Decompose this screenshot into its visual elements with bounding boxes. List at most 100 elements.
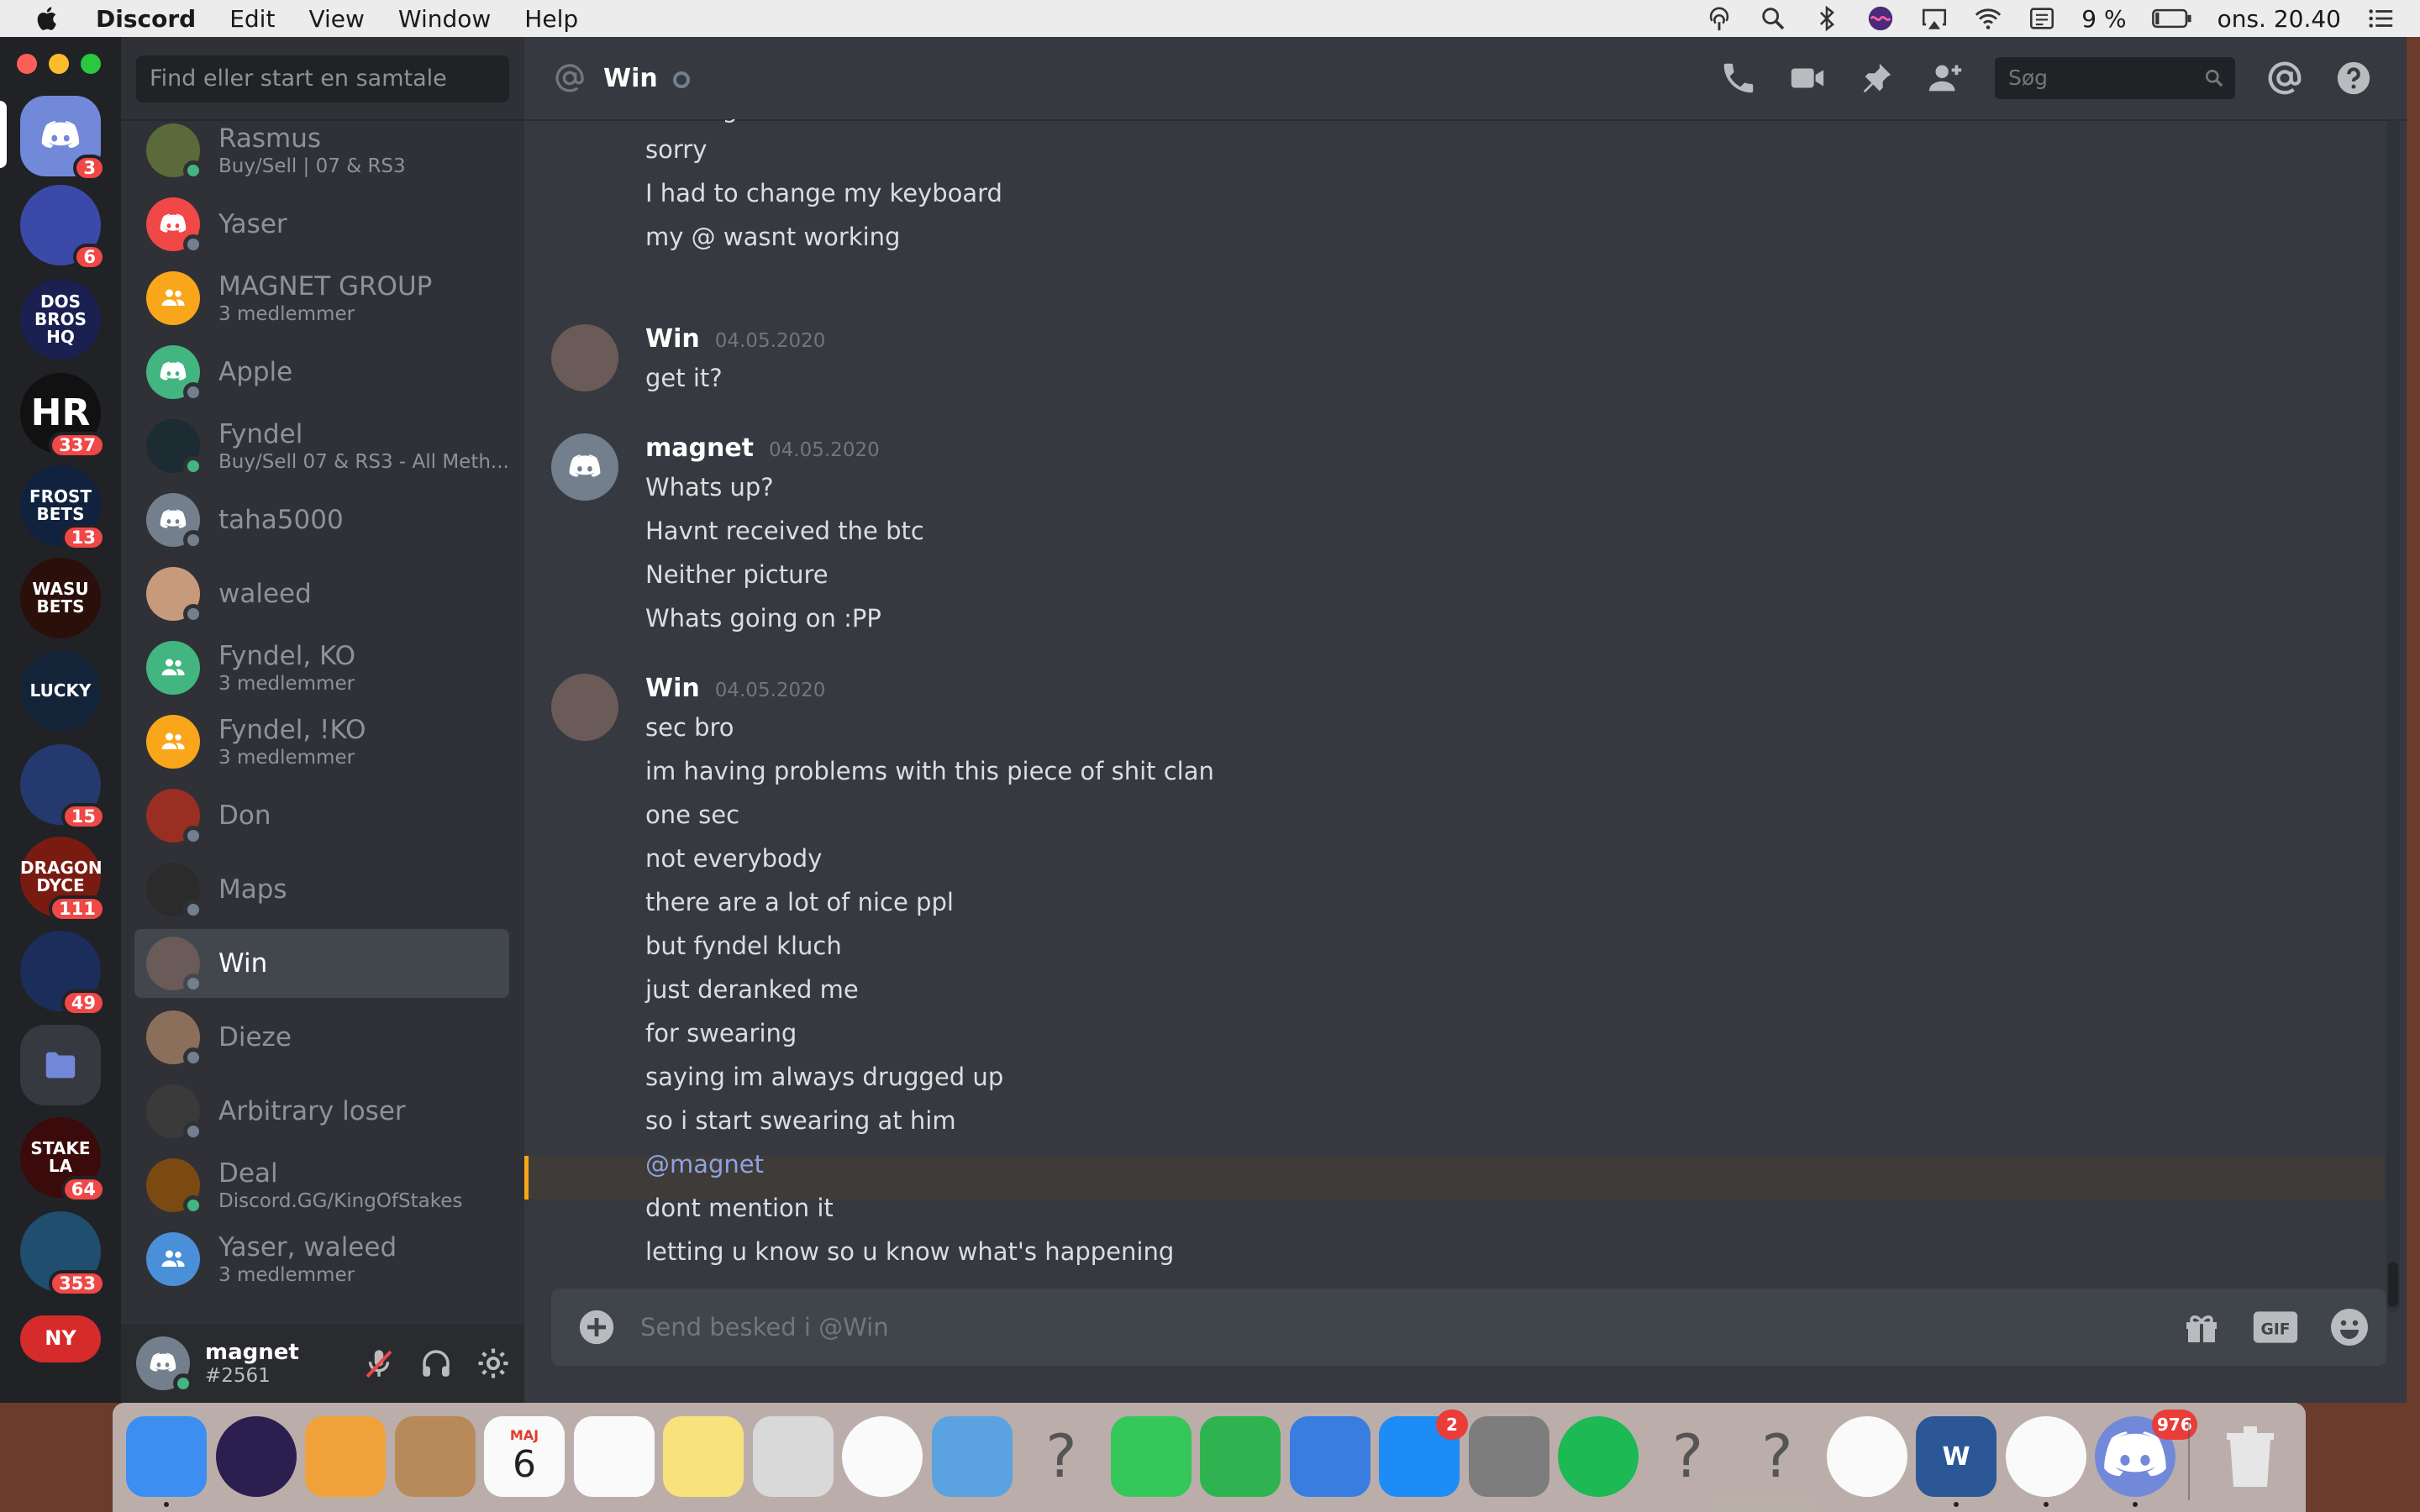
dm-item-fyndel-ko[interactable]: Fyndel, !KO 3 medlemmer [134,707,509,776]
dock-app-notes-icon[interactable] [663,1416,744,1497]
server-icon-ny[interactable]: NY [20,1315,101,1362]
scrollbar-track[interactable] [2386,119,2400,1312]
apple-menu-icon[interactable] [34,4,62,33]
dock-app-mail-icon[interactable] [931,1416,1013,1497]
header-search-input[interactable]: Søg [1995,57,2235,99]
dm-item-deal[interactable]: Deal Discord.GG/KingOfStakes [134,1151,509,1220]
notification-center-icon[interactable] [2366,4,2395,33]
dm-item-dieze[interactable]: Dieze [134,1003,509,1072]
server-icon-stake-la[interactable]: STAKE LA 64 [20,1117,106,1203]
server-icon-server-13[interactable]: 353 [20,1211,106,1297]
dock-app-contacts-icon[interactable] [394,1416,476,1497]
window-zoom-button[interactable] [81,54,101,74]
server-icon-folder[interactable] [20,1025,101,1105]
pinned-messages-icon[interactable] [1857,59,1896,97]
channel-title: Win [603,63,658,93]
dock-app-finder-icon[interactable] [126,1416,207,1497]
dock-app-siri-icon[interactable] [215,1416,297,1497]
add-friend-icon[interactable] [1926,59,1965,97]
emoji-picker-icon[interactable] [2329,1307,2370,1347]
dock-app-unknown-icon[interactable]: ? [1021,1416,1102,1497]
server-icon-wasu-bets[interactable]: WASU BETS [20,558,101,638]
window-close-button[interactable] [17,54,37,74]
voice-call-icon[interactable] [1719,59,1758,97]
dm-item-don[interactable]: Don [134,781,509,850]
dm-item-arbitrary-loser[interactable]: Arbitrary loser [134,1077,509,1146]
mentions-icon[interactable] [2265,59,2304,97]
dm-item-yaser[interactable]: Yaser [134,190,509,259]
gift-icon[interactable] [2181,1307,2222,1347]
input-menu-icon[interactable] [2028,4,2056,33]
dock-app-unknown-icon[interactable]: ? [1737,1416,1818,1497]
dock-app-preview-icon[interactable] [752,1416,834,1497]
dock-app-itunes-icon[interactable] [1826,1416,1907,1497]
dock-app-pages-icon[interactable] [305,1416,386,1497]
siri-icon[interactable] [1866,4,1895,33]
server-icon-dragon-dyce[interactable]: DRAGON DYCE 111 [20,837,106,922]
upload-plus-icon[interactable] [578,1309,615,1346]
dm-item-waleed[interactable]: waleed [134,559,509,628]
dock-app-chrome-icon[interactable] [2005,1416,2086,1497]
wifi-icon[interactable] [1974,4,2002,33]
message-author-avatar[interactable] [551,324,618,391]
server-icon-server-10[interactable]: 49 [20,931,106,1016]
server-icon-server-1[interactable]: 6 [20,185,106,270]
dm-item-taha5000[interactable]: taha5000 [134,486,509,554]
dm-item-fyndel-ko[interactable]: Fyndel, KO 3 medlemmer [134,633,509,702]
menu-help[interactable]: Help [524,5,578,33]
message-author-avatar[interactable] [551,674,618,741]
server-icon-hr[interactable]: HR 337 [20,373,106,459]
gif-picker-icon[interactable]: GIF [2252,1307,2299,1347]
dock-app-keynote-icon[interactable] [1289,1416,1370,1497]
dm-item-apple[interactable]: Apple [134,338,509,407]
dm-item-win[interactable]: Win [134,929,509,998]
message-author[interactable]: magnet [645,433,754,463]
message-line: so i start swearing at him [645,1106,956,1135]
spotlight-search-icon[interactable] [1759,4,1787,33]
dock-app-spotify-icon[interactable] [1558,1416,1639,1497]
dm-item-magnet-group[interactable]: MAGNET GROUP 3 medlemmer [134,264,509,333]
dock-app-photos-icon[interactable] [842,1416,923,1497]
airdrop-icon[interactable] [1705,4,1733,33]
menu-edit[interactable]: Edit [229,5,275,33]
header-toolbar: Søg [1719,57,2373,99]
video-call-icon[interactable] [1788,59,1827,97]
server-icon-home[interactable]: 3 [20,96,106,181]
dm-item-rasmus[interactable]: Rasmus Buy/Sell | 07 & RS3 [134,121,509,185]
window-minimize-button[interactable] [49,54,69,74]
menu-app-name[interactable]: Discord [96,5,196,33]
menu-view[interactable]: View [308,5,364,33]
message-author-avatar[interactable] [551,433,618,501]
menubar-clock[interactable]: ons. 20.40 [2217,5,2341,33]
user-settings-gear-icon[interactable] [476,1346,511,1381]
server-icon-lucky[interactable]: LUCKY [20,650,101,731]
server-icon-server-8[interactable]: 15 [20,744,106,830]
battery-icon[interactable] [2151,4,2192,33]
dock-app-calendar-icon[interactable]: MAJ 6 [484,1416,565,1497]
dm-item-yaser-waleed[interactable]: Yaser, waleed 3 medlemmer [134,1225,509,1294]
dock-app-reminders-icon[interactable] [573,1416,655,1497]
dock-app-facetime-icon[interactable] [1110,1416,1192,1497]
microphone-muted-icon[interactable] [361,1346,397,1381]
bluetooth-icon[interactable] [1812,4,1841,33]
dock-app-system-preferences-icon[interactable] [1468,1416,1549,1497]
message-composer[interactable]: Send besked i @Win GIF [551,1289,2386,1366]
scrollbar-thumb[interactable] [2388,1262,2398,1307]
dm-item-maps[interactable]: Maps [134,855,509,924]
avatar[interactable] [136,1336,193,1394]
server-icon-dos-bros-hq[interactable]: DOS BROS HQ [20,279,101,360]
help-icon[interactable] [2334,59,2373,97]
message-author[interactable]: Win [645,324,700,354]
server-icon-frost-bets[interactable]: FROST BETS 13 [20,465,106,551]
dm-search-input[interactable]: Find eller start en samtale [136,55,509,102]
dock-app-numbers-icon[interactable] [1200,1416,1281,1497]
headphones-icon[interactable] [418,1346,454,1381]
airplay-icon[interactable] [1920,4,1949,33]
menu-window[interactable]: Window [398,5,491,33]
dock-app-unknown-icon[interactable]: ? [1648,1416,1728,1497]
dm-item-fyndel[interactable]: Fyndel Buy/Sell 07 & RS3 - All Meth... [134,412,509,480]
dock-app-trash-icon[interactable] [2210,1416,2291,1497]
dock-app-word-icon[interactable]: W [1916,1416,1996,1497]
message-author[interactable]: Win [645,674,700,703]
composer-input[interactable]: Send besked i @Win [640,1313,889,1341]
